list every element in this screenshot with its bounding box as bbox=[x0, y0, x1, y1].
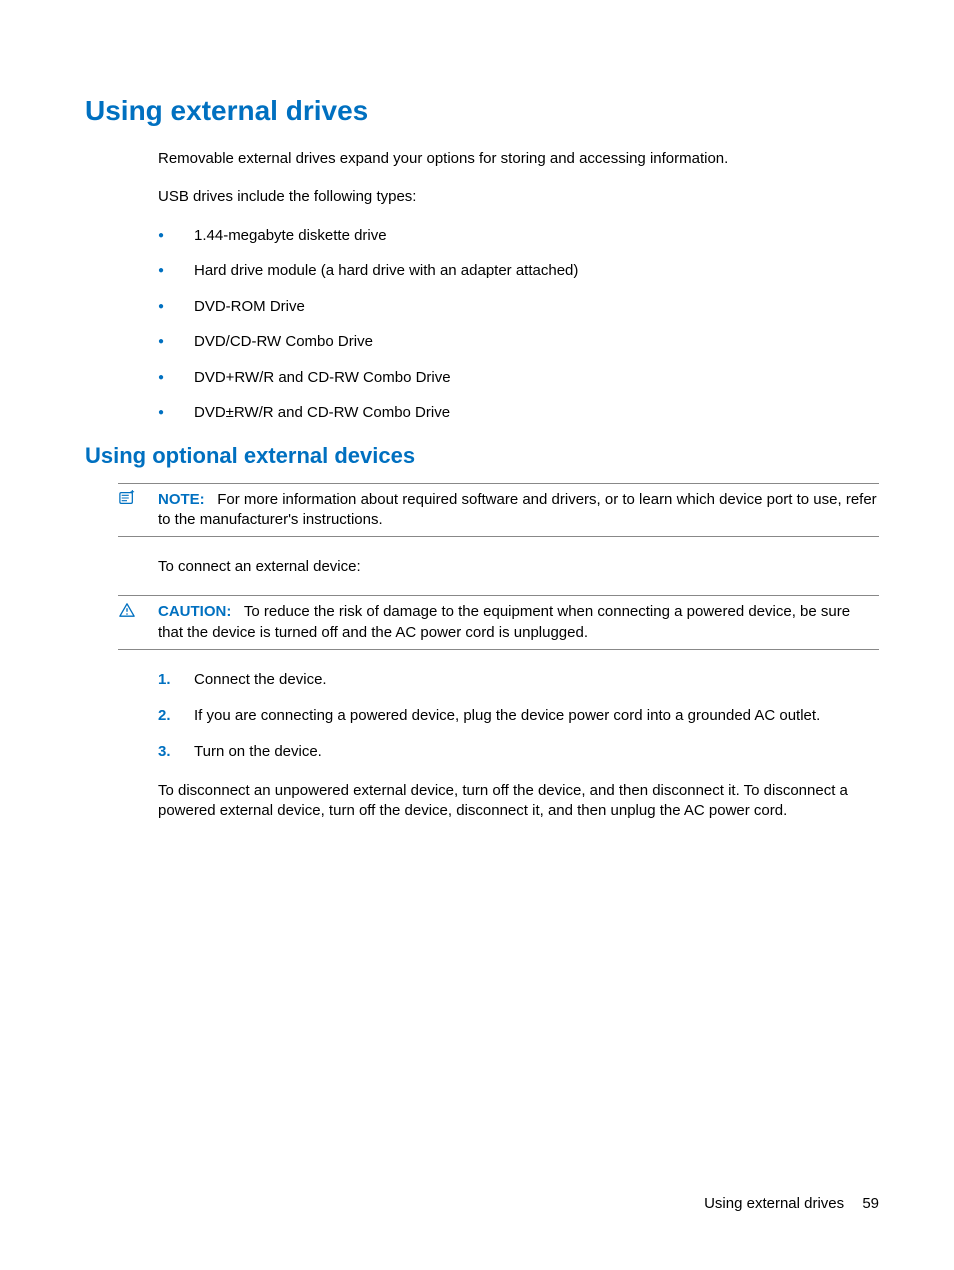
step-text: Connect the device. bbox=[194, 671, 327, 688]
paragraph: To connect an external device: bbox=[158, 557, 879, 577]
caution-text: To reduce the risk of damage to the equi… bbox=[158, 603, 850, 640]
page-footer: Using external drives 59 bbox=[704, 1195, 879, 1212]
paragraph: USB drives include the following types: bbox=[158, 187, 879, 207]
document-page: Using external drives Removable external… bbox=[0, 0, 954, 899]
list-item: DVD/CD-RW Combo Drive bbox=[158, 332, 879, 352]
step-text: Turn on the device. bbox=[194, 743, 322, 760]
note-icon bbox=[118, 490, 136, 506]
paragraph: Removable external drives expand your op… bbox=[158, 149, 879, 169]
note-text: For more information about required soft… bbox=[158, 491, 877, 528]
list-item: 1. Connect the device. bbox=[158, 670, 879, 690]
list-item: Hard drive module (a hard drive with an … bbox=[158, 261, 879, 281]
section-body: Removable external drives expand your op… bbox=[158, 149, 879, 423]
list-item: 1.44-megabyte diskette drive bbox=[158, 226, 879, 246]
step-number: 1. bbox=[158, 670, 171, 690]
note-callout: NOTE: For more information about require… bbox=[118, 483, 879, 538]
list-item: 3. Turn on the device. bbox=[158, 742, 879, 762]
section-body: 1. Connect the device. 2. If you are con… bbox=[158, 670, 879, 821]
caution-body: CAUTION: To reduce the risk of damage to… bbox=[158, 602, 879, 643]
caution-label: CAUTION: bbox=[158, 603, 231, 620]
step-number: 2. bbox=[158, 706, 171, 726]
footer-section-title: Using external drives bbox=[704, 1195, 844, 1212]
step-number: 3. bbox=[158, 742, 171, 762]
section-body: To connect an external device: bbox=[158, 557, 879, 577]
note-body: NOTE: For more information about require… bbox=[158, 490, 879, 531]
list-item: DVD-ROM Drive bbox=[158, 297, 879, 317]
paragraph: To disconnect an unpowered external devi… bbox=[158, 781, 879, 822]
footer-page-number: 59 bbox=[862, 1195, 879, 1212]
list-item: 2. If you are connecting a powered devic… bbox=[158, 706, 879, 726]
step-text: If you are connecting a powered device, … bbox=[194, 707, 820, 724]
caution-callout: CAUTION: To reduce the risk of damage to… bbox=[118, 595, 879, 650]
list-item: DVD+RW/R and CD-RW Combo Drive bbox=[158, 368, 879, 388]
heading-level-1: Using external drives bbox=[85, 95, 879, 127]
bullet-list: 1.44-megabyte diskette drive Hard drive … bbox=[158, 226, 879, 423]
list-item: DVD±RW/R and CD-RW Combo Drive bbox=[158, 403, 879, 423]
numbered-list: 1. Connect the device. 2. If you are con… bbox=[158, 670, 879, 763]
heading-level-2: Using optional external devices bbox=[85, 443, 879, 469]
note-label: NOTE: bbox=[158, 491, 205, 508]
caution-icon bbox=[118, 602, 136, 618]
